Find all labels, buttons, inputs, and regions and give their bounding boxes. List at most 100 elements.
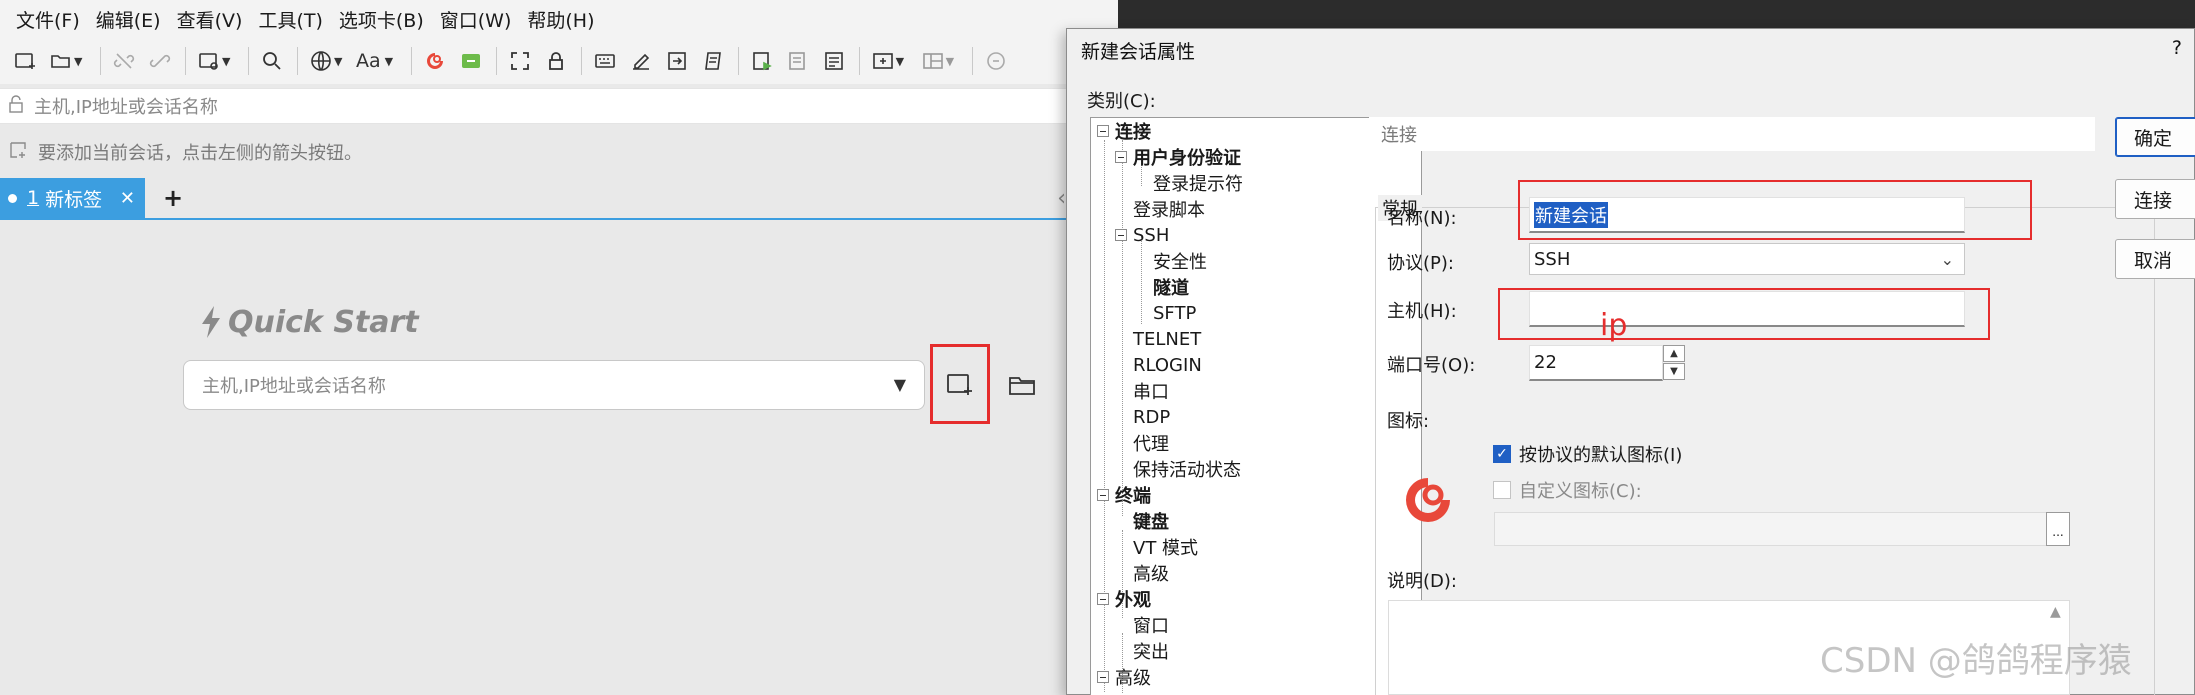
script-icon[interactable] (696, 44, 730, 78)
tree-item[interactable]: 键盘 (1133, 508, 1169, 534)
collapse-icon[interactable] (1115, 229, 1127, 241)
menu-help[interactable]: 帮助(H) (519, 6, 602, 33)
keyboard-icon[interactable] (588, 44, 622, 78)
chevron-down-icon[interactable]: ▼ (222, 55, 236, 68)
browse-icon-button[interactable]: ... (2046, 512, 2070, 546)
main-window: 文件(F) 编辑(E) 查看(V) 工具(T) 选项卡(B) 窗口(W) 帮助(… (0, 0, 1120, 695)
tree-item[interactable]: 外观 (1097, 586, 1151, 612)
toolbar-divider (185, 47, 186, 75)
checkbox-unchecked-icon[interactable] (1493, 481, 1511, 499)
lock-icon[interactable] (539, 44, 573, 78)
xshell-logo-icon[interactable] (418, 44, 452, 78)
chat-icon[interactable] (979, 44, 1013, 78)
port-input[interactable]: 22 (1529, 345, 1663, 381)
tree-item[interactable]: 窗口 (1133, 612, 1169, 638)
menu-tools[interactable]: 工具(T) (250, 6, 330, 33)
chevron-down-icon[interactable]: ▼ (894, 375, 906, 394)
toolbar-divider (858, 47, 860, 75)
address-bar[interactable]: 主机,IP地址或会话名称 (0, 88, 1070, 124)
tree-item[interactable]: 连接 (1097, 118, 1151, 144)
toolbar-divider (297, 47, 298, 75)
new-session-icon[interactable] (8, 44, 42, 78)
chevron-down-icon[interactable]: ▼ (896, 55, 910, 68)
collapse-icon[interactable] (1097, 125, 1109, 137)
cancel-button[interactable]: 取消 (2115, 239, 2195, 279)
chevron-down-icon[interactable]: ▼ (74, 55, 88, 68)
fullscreen-icon[interactable] (503, 44, 537, 78)
protocol-select[interactable]: SSH ⌄ (1529, 243, 1965, 275)
menu-window[interactable]: 窗口(W) (432, 6, 520, 33)
layout-icon[interactable] (916, 44, 950, 78)
font-icon[interactable]: Aa (354, 50, 383, 72)
tree-item[interactable]: 用户身份验证 (1115, 144, 1241, 170)
add-tab-button[interactable]: + (163, 184, 183, 212)
chevron-down-icon[interactable]: ⌄ (1941, 250, 1954, 269)
tree-item[interactable]: 登录提示符 (1153, 170, 1243, 196)
session-manager-icon[interactable] (192, 44, 226, 78)
menu-edit[interactable]: 编辑(E) (88, 6, 169, 33)
connect-button[interactable]: 连接 (2115, 179, 2195, 219)
quick-start-placeholder: 主机,IP地址或会话名称 (202, 376, 386, 397)
menu-file[interactable]: 文件(F) (8, 6, 88, 33)
checkbox-checked-icon[interactable] (1493, 445, 1511, 463)
tree-item[interactable]: SFTP (1153, 300, 1196, 326)
new-session-button[interactable] (930, 344, 990, 424)
new-tab-icon[interactable] (866, 44, 900, 78)
disconnect-icon[interactable] (107, 44, 141, 78)
ok-button[interactable]: 确定 (2115, 117, 2195, 157)
tree-item[interactable]: 隧道 (1153, 274, 1189, 300)
collapse-icon[interactable] (1115, 151, 1127, 163)
tree-item[interactable]: 安全性 (1153, 248, 1207, 274)
tree-item[interactable]: 代理 (1133, 430, 1169, 456)
scroll-up-icon[interactable]: ▲ (2050, 604, 2061, 620)
open-session-button[interactable] (1002, 368, 1042, 402)
tab-status-icon (8, 193, 17, 203)
port-label: 端口号(O): (1387, 355, 1476, 376)
collapse-icon[interactable] (1097, 489, 1109, 501)
close-icon[interactable]: ✕ (120, 188, 135, 209)
address-input[interactable]: 主机,IP地址或会话名称 (34, 93, 218, 119)
add-session-icon[interactable] (8, 140, 28, 165)
tree-item[interactable]: 高级 (1133, 560, 1169, 586)
tree-item[interactable]: RDP (1133, 404, 1170, 430)
xftp-icon[interactable] (454, 44, 488, 78)
log-icon[interactable] (781, 44, 815, 78)
spin-down-button[interactable]: ▼ (1663, 363, 1685, 380)
tree-item[interactable]: 高级 (1097, 664, 1151, 690)
tree-item[interactable]: SSH (1115, 222, 1169, 248)
send-icon[interactable] (660, 44, 694, 78)
tab-new[interactable]: 1 新标签 ✕ (0, 178, 145, 218)
compose-icon[interactable] (624, 44, 658, 78)
tree-item[interactable]: RLOGIN (1133, 352, 1202, 378)
chevron-down-icon[interactable]: ▼ (946, 55, 960, 68)
search-icon[interactable] (255, 44, 289, 78)
reconnect-icon[interactable] (143, 44, 177, 78)
custom-icon-checkbox[interactable]: 自定义图标(C): (1493, 477, 1642, 503)
tree-item[interactable]: 登录脚本 (1133, 196, 1205, 222)
menu-view[interactable]: 查看(V) (169, 6, 251, 33)
globe-icon[interactable] (304, 44, 338, 78)
spin-up-button[interactable]: ▲ (1663, 345, 1685, 362)
chevron-down-icon[interactable]: ▼ (334, 55, 348, 68)
open-folder-icon[interactable] (44, 44, 78, 78)
tree-item[interactable]: 突出 (1133, 638, 1169, 664)
notes-icon[interactable] (817, 44, 851, 78)
toolbar: ▼ ▼ ▼ Aa ▼ ▼ ▼ (0, 38, 1120, 84)
quick-start-input[interactable]: 主机,IP地址或会话名称 ▼ (183, 360, 925, 410)
default-icon-checkbox[interactable]: 按协议的默认图标(I) (1493, 441, 1682, 467)
chevron-down-icon[interactable]: ▼ (385, 55, 399, 68)
collapse-icon[interactable] (1097, 593, 1109, 605)
tree-item[interactable]: 终端 (1097, 482, 1151, 508)
tree-item[interactable]: VT 模式 (1133, 534, 1198, 560)
chevron-left-icon[interactable]: ‹ (1057, 186, 1066, 211)
tree-item[interactable]: 串口 (1133, 378, 1169, 404)
category-tree[interactable]: 连接 用户身份验证 登录提示符 登录脚本 SSH 安全性 隧道 SFTP TEL… (1090, 117, 1422, 695)
tree-item[interactable]: 保持活动状态 (1133, 456, 1241, 482)
protocol-value: SSH (1534, 248, 1571, 270)
menu-tabs[interactable]: 选项卡(B) (331, 6, 432, 33)
run-script-icon[interactable] (745, 44, 779, 78)
help-icon[interactable]: ? (2172, 37, 2182, 59)
tree-item[interactable]: TELNET (1133, 326, 1201, 352)
collapse-icon[interactable] (1097, 671, 1109, 683)
protocol-label: 协议(P): (1387, 253, 1454, 274)
